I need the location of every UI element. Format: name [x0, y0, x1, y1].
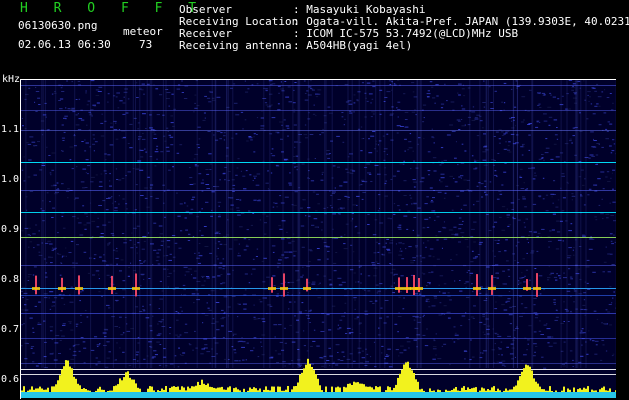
freq-tick-1-0: 1.0 [1, 174, 20, 185]
antenna-label: Receiving antenna [179, 39, 292, 52]
freq-tick-0-9: 0.9 [1, 224, 20, 235]
frequency-unit-label: kHz [2, 74, 21, 85]
freq-tick-0-7: 0.7 [1, 324, 20, 335]
datetime: 02.06.13 06:30 [18, 38, 111, 51]
freq-tick-1-1: 1.1 [1, 124, 20, 135]
antenna-value: : A504HB(yagi 4el) [293, 39, 413, 52]
filename: 06130630.png [18, 19, 98, 32]
meteor-label: meteor [123, 25, 163, 38]
plot-frame [20, 79, 616, 399]
header-panel: H R O F F T 06130630.png meteor 02.06.13… [0, 0, 629, 74]
freq-tick-0-8: 0.8 [1, 274, 20, 285]
meteor-count: 73 [139, 38, 153, 51]
freq-tick-0-6: 0.6 [1, 374, 20, 385]
hrofft-title: H R O F F T [20, 1, 206, 16]
